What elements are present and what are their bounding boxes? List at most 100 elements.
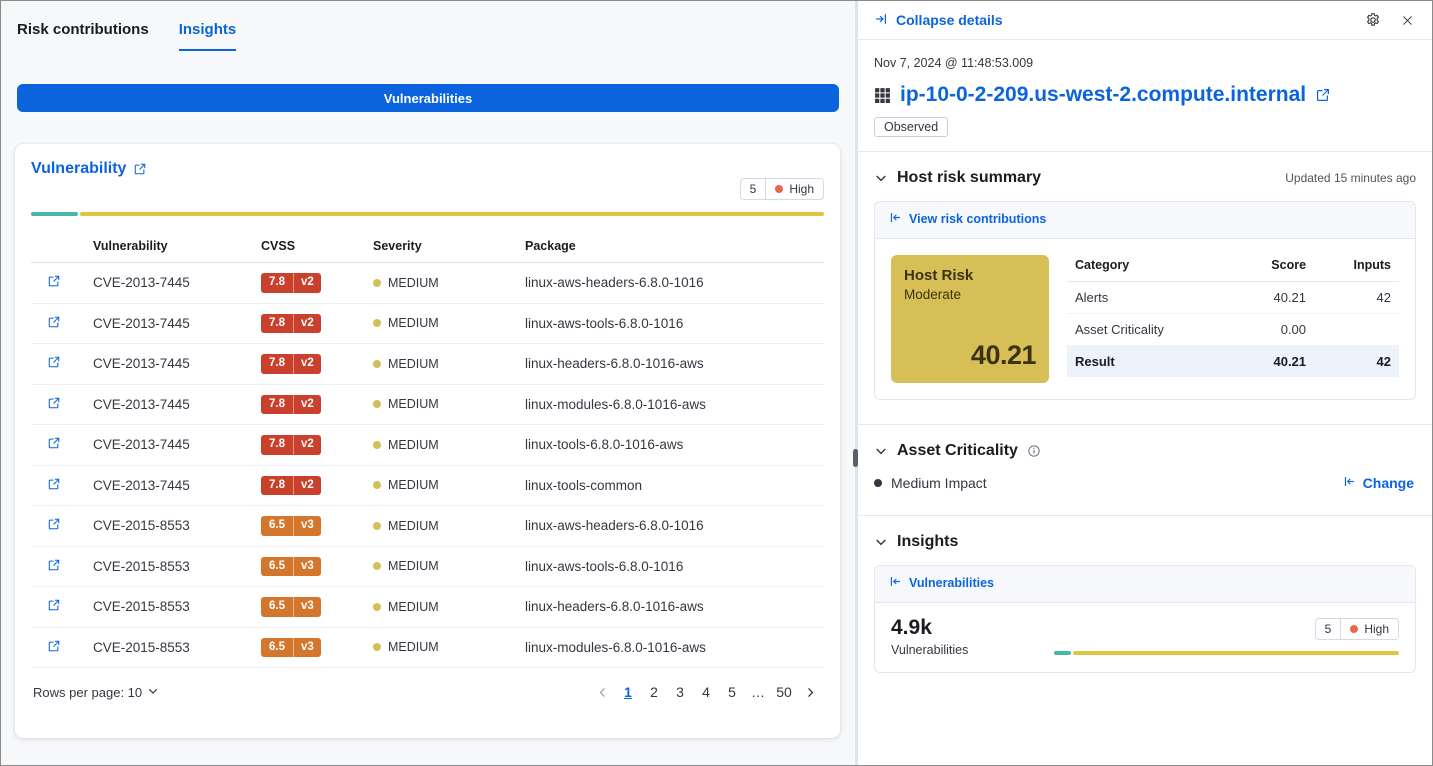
vulnerability-title-link[interactable]: Vulnerability	[31, 160, 147, 178]
next-page-button[interactable]	[798, 680, 822, 704]
external-link-icon	[133, 162, 147, 176]
package-name: linux-aws-headers-6.8.0-1016	[521, 263, 824, 304]
pagination-ellipsis: …	[746, 680, 770, 704]
vulnerability-id: CVE-2013-7445	[89, 465, 257, 506]
severity-bar-segment-low	[31, 212, 78, 216]
chevron-down-icon[interactable]	[874, 444, 888, 458]
host-name-link[interactable]: ip-10-0-2-209.us-west-2.compute.internal	[900, 83, 1306, 107]
tab-risk-contributions[interactable]: Risk contributions	[17, 21, 149, 51]
vulnerability-id: CVE-2013-7445	[89, 425, 257, 466]
column-header-vulnerability: Vulnerability	[89, 232, 257, 263]
cvss-score-badge: 6.5v3	[261, 557, 321, 577]
chevron-down-icon[interactable]	[874, 171, 888, 185]
cvss-score-badge: 7.8v2	[261, 476, 321, 496]
vulnerability-table-row: CVE-2013-74457.8v2MEDIUMlinux-modules-6.…	[31, 384, 824, 425]
page-5-button[interactable]: 5	[720, 680, 744, 704]
vulnerabilities-panel-link[interactable]: Vulnerabilities	[889, 575, 994, 591]
severity-cell: MEDIUM	[369, 425, 521, 466]
vulnerability-table-row: CVE-2013-74457.8v2MEDIUMlinux-aws-header…	[31, 263, 824, 304]
risk-inputs	[1314, 314, 1399, 346]
page-50-button[interactable]: 50	[772, 680, 796, 704]
asset-criticality-row: Medium Impact Change	[874, 475, 1416, 491]
info-icon[interactable]	[1027, 444, 1041, 458]
column-header-cvss: CVSS	[257, 232, 369, 263]
vulnerability-table-row: CVE-2013-74457.8v2 MEDIUMlinux-tools-comm…	[31, 465, 824, 506]
medium-severity-dot-icon	[373, 279, 381, 287]
page-2-button[interactable]: 2	[642, 680, 666, 704]
risk-contribution-table: Category Score Inputs Alerts40.2142Asset…	[1067, 255, 1399, 377]
open-vulnerability-details-icon[interactable]	[47, 639, 61, 653]
risk-insights-panel: Risk contributions Insights Vulnerabilit…	[1, 1, 855, 765]
open-host-external-icon[interactable]	[1315, 87, 1331, 103]
medium-severity-dot-icon	[373, 441, 381, 449]
risk-category: Result	[1067, 346, 1233, 378]
asset-criticality-header: Asset Criticality	[874, 442, 1416, 460]
open-vulnerability-details-icon[interactable]	[47, 436, 61, 450]
host-details-flyout: Collapse details Nov 7, 2024 @ 11:48:53.…	[858, 1, 1432, 765]
tab-insights[interactable]: Insights	[179, 21, 237, 51]
package-name: linux-aws-headers-6.8.0-1016	[521, 506, 824, 547]
open-vulnerability-details-icon[interactable]	[47, 517, 61, 531]
page-3-button[interactable]: 3	[668, 680, 692, 704]
open-vulnerability-details-icon[interactable]	[47, 477, 61, 491]
medium-severity-dot-icon	[373, 562, 381, 570]
vulnerabilities-stat: 4.9k Vulnerabilities	[891, 616, 968, 657]
collapse-details-button[interactable]: Collapse details	[874, 12, 1003, 29]
change-asset-criticality-link[interactable]: Change	[1343, 475, 1414, 491]
arrow-end-icon	[874, 12, 888, 29]
vulnerabilities-count-label: Vulnerabilities	[891, 643, 968, 657]
rows-per-page-select[interactable]: Rows per page: 10	[33, 685, 159, 700]
updated-timestamp: Updated 15 minutes ago	[1285, 171, 1416, 185]
section-divider	[858, 515, 1432, 516]
panel-resizer[interactable]	[855, 1, 858, 765]
vulnerability-table-row: CVE-2013-74457.8v2MEDIUMlinux-aws-tools-…	[31, 303, 824, 344]
close-flyout-icon[interactable]	[1401, 14, 1414, 27]
vulnerability-id: CVE-2015-8553	[89, 627, 257, 668]
cvss-score-badge: 7.8v2	[261, 395, 321, 415]
vulnerability-table-row: CVE-2015-85536.5v3MEDIUMlinux-aws-header…	[31, 506, 824, 547]
settings-gear-icon[interactable]	[1365, 12, 1381, 28]
asset-criticality-title: Asset Criticality	[897, 442, 1018, 460]
vulnerability-id: CVE-2013-7445	[89, 263, 257, 304]
page-1-button[interactable]: 1	[616, 680, 640, 704]
medium-severity-dot-icon	[373, 319, 381, 327]
risk-score: 0.00	[1233, 314, 1314, 346]
high-severity-count: 5	[1316, 619, 1342, 639]
host-risk-summary-header: Host risk summary Updated 15 minutes ago	[874, 169, 1416, 187]
section-divider	[858, 151, 1432, 152]
cvss-score-badge: 6.5v3	[261, 638, 321, 658]
page-4-button[interactable]: 4	[694, 680, 718, 704]
open-vulnerability-details-icon[interactable]	[47, 274, 61, 288]
chevron-down-icon[interactable]	[874, 535, 888, 549]
event-timestamp: Nov 7, 2024 @ 11:48:53.009	[874, 56, 1416, 70]
severity-badge-row: 5 High	[31, 178, 824, 200]
vulnerabilities-count: 4.9k	[891, 616, 968, 640]
tab-bar: Risk contributions Insights	[1, 1, 855, 51]
previous-page-button[interactable]	[590, 680, 614, 704]
vulnerability-id: CVE-2015-8553	[89, 546, 257, 587]
open-vulnerability-details-icon[interactable]	[47, 355, 61, 369]
insights-severity-summary: 5 High	[1054, 616, 1399, 655]
resizer-handle-icon[interactable]	[853, 449, 858, 467]
open-vulnerability-details-icon[interactable]	[47, 598, 61, 612]
package-name: linux-tools-6.8.0-1016-aws	[521, 425, 824, 466]
app-window: Risk contributions Insights Vulnerabilit…	[0, 0, 1433, 766]
cvss-score-badge: 7.8v2	[261, 314, 321, 334]
open-vulnerability-details-icon[interactable]	[47, 396, 61, 410]
package-name: linux-tools-common	[521, 465, 824, 506]
severity-cell: MEDIUM	[369, 506, 521, 547]
vulnerability-table: Vulnerability CVSS Severity Package CVE-…	[31, 232, 824, 668]
arrow-start-icon	[889, 575, 902, 591]
view-risk-contributions-link[interactable]: View risk contributions	[889, 211, 1046, 227]
medium-severity-dot-icon	[373, 400, 381, 408]
high-severity-count-badge: 5 High	[1315, 618, 1399, 640]
severity-bar-segment-low	[1054, 651, 1071, 655]
vulnerabilities-section-button[interactable]: Vulnerabilities	[17, 84, 839, 112]
severity-cell: MEDIUM	[369, 465, 521, 506]
vulnerability-table-row: CVE-2013-74457.8v2MEDIUMlinux-tools-6.8.…	[31, 425, 824, 466]
open-vulnerability-details-icon[interactable]	[47, 315, 61, 329]
vulnerability-id: CVE-2013-7445	[89, 344, 257, 385]
open-vulnerability-details-icon[interactable]	[47, 558, 61, 572]
high-severity-dot-icon	[775, 185, 783, 193]
severity-cell: MEDIUM	[369, 344, 521, 385]
